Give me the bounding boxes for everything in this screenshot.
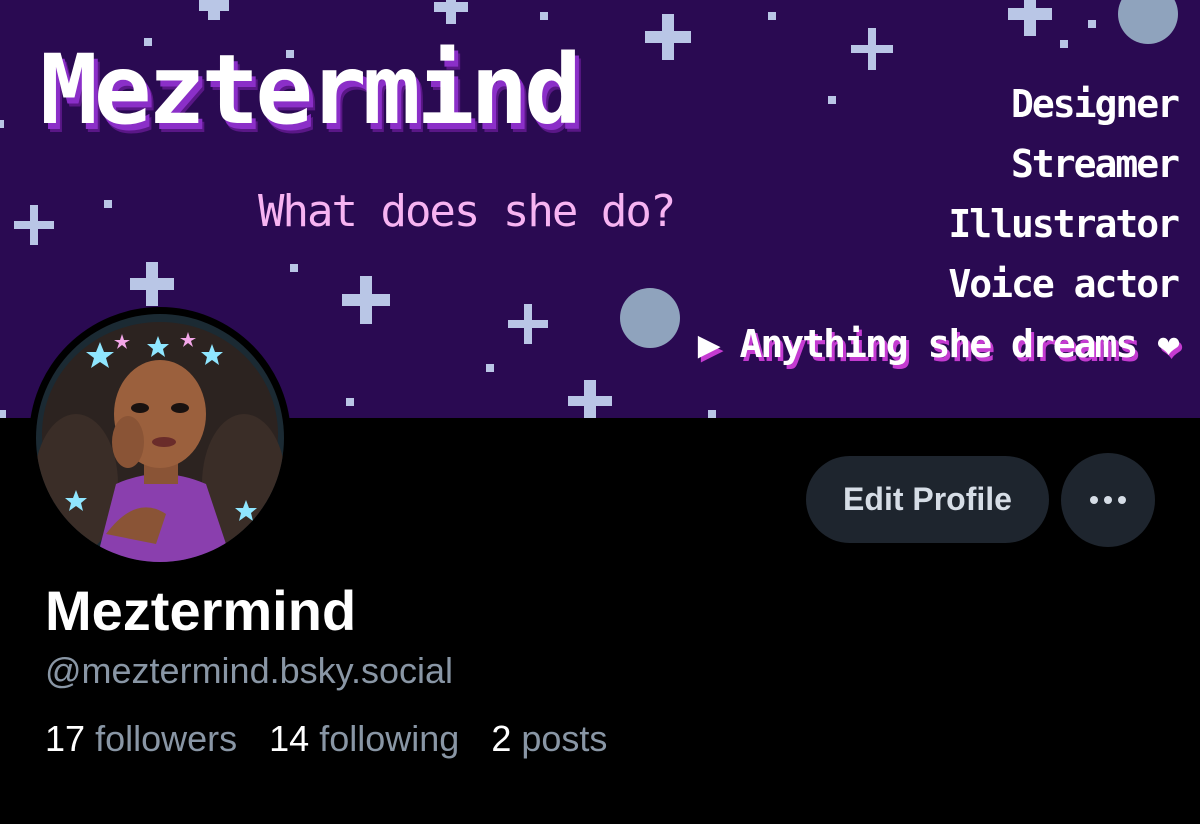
sparkle-star (568, 380, 612, 418)
more-options-button[interactable] (1061, 453, 1155, 547)
banner-role: Voice actor (948, 262, 1180, 306)
sparkle-star (199, 0, 229, 20)
sparkle-star (508, 304, 548, 344)
avatar-illustration (36, 314, 284, 562)
posts-count-item: 2 posts (491, 721, 607, 757)
edit-profile-button[interactable]: Edit Profile (806, 456, 1049, 543)
sparkle-star (645, 14, 691, 60)
profile-handle: @meztermind.bsky.social (45, 650, 453, 691)
sparkle-star (130, 262, 174, 306)
profile-stats: 17 followers 14 following 2 posts (45, 721, 629, 757)
banner-role: Streamer (1010, 142, 1180, 186)
following-count: 14 (269, 718, 310, 759)
banner-role: Illustrator (948, 202, 1180, 246)
followers-link[interactable]: 17 followers (45, 721, 237, 757)
banner-title: Meztermind (40, 34, 582, 146)
sparkle-star (1008, 0, 1052, 36)
followers-count: 17 (45, 718, 86, 759)
banner-roles-list: Designer Streamer Illustrator Voice acto… (697, 74, 1180, 374)
banner-tagline: What does she do? (258, 186, 676, 237)
display-name: Meztermind (45, 579, 357, 642)
following-label: following (319, 718, 460, 759)
banner-role: Designer (1010, 82, 1180, 126)
sparkle-star (851, 28, 893, 70)
following-link[interactable]: 14 following (269, 721, 459, 757)
banner-role-highlight: ▶ Anything she dreams ❤ (697, 322, 1180, 366)
sparkle-star (14, 205, 54, 245)
sparkle-star (342, 276, 390, 324)
avatar[interactable] (36, 314, 284, 562)
posts-label: posts (521, 718, 608, 759)
followers-label: followers (95, 718, 238, 759)
ellipsis-icon (1090, 496, 1126, 504)
posts-count: 2 (491, 718, 512, 759)
sparkle-star (434, 0, 468, 24)
